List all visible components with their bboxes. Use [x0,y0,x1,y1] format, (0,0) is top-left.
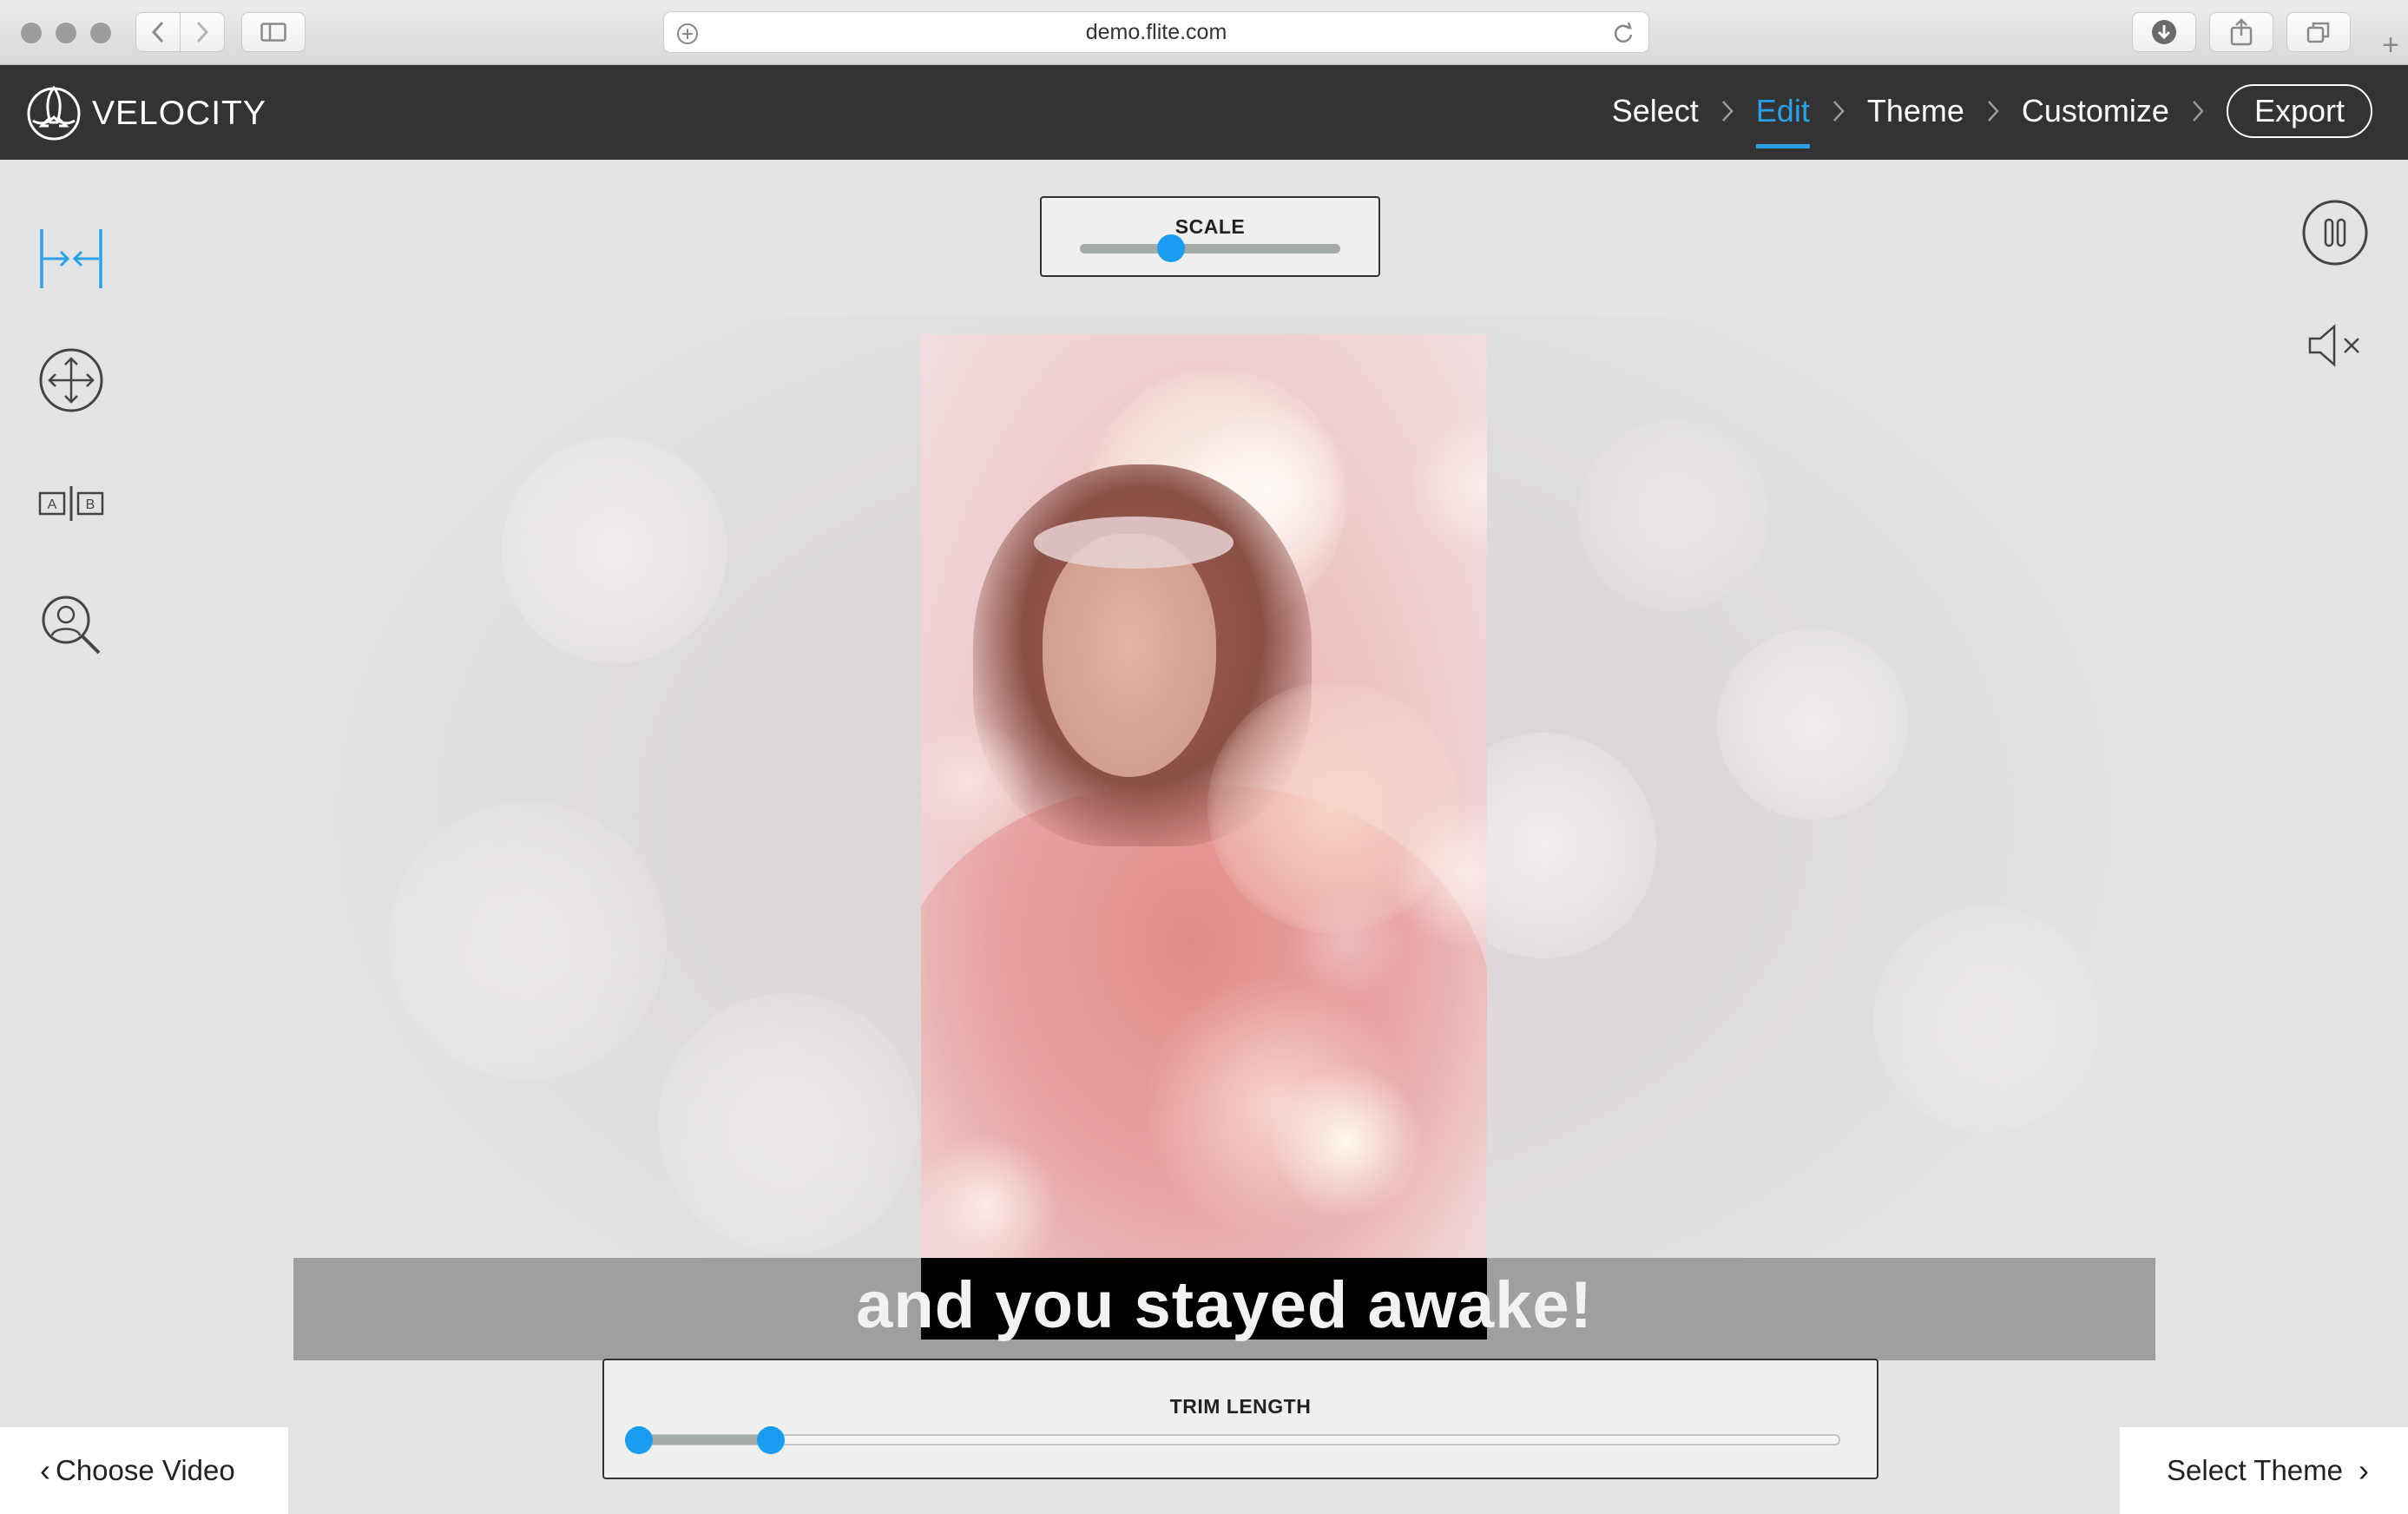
chevron-right-icon [2176,99,2220,123]
brand-name: VELOCITY [92,95,266,132]
export-button[interactable]: Export [2226,84,2372,138]
speaker-muted-icon [2308,324,2359,367]
choose-video-button[interactable]: ‹ Choose Video [0,1427,288,1514]
caption-text[interactable]: and you stayed awake! [293,1258,2155,1353]
step-theme[interactable]: Theme [1860,84,1971,138]
svg-text:A: A [48,497,57,512]
chevron-right-icon [1971,99,2015,123]
trim-start-handle[interactable] [625,1426,653,1454]
tabs-icon [2306,22,2330,43]
chevron-left-icon [151,21,164,43]
trim-selected-range [639,1435,771,1445]
url-text: demo.flite.com [1085,19,1227,44]
chevron-right-icon [196,21,209,43]
step-customize[interactable]: Customize [2015,84,2176,138]
share-button[interactable] [2209,12,2273,52]
select-theme-label: Select Theme [2167,1454,2343,1486]
fit-width-tool-icon [40,229,102,288]
browser-back-button[interactable] [135,12,181,52]
face-zoom-tool-icon [42,596,101,655]
scale-slider-track[interactable] [1080,244,1340,253]
sidebar-icon [260,23,286,42]
address-bar[interactable]: demo.flite.com [663,11,1649,53]
scale-control: SCALE [1040,196,1380,277]
step-select[interactable]: Select [1605,84,1706,138]
window-zoom-button[interactable] [90,23,111,43]
move-tool[interactable] [35,344,108,417]
velocity-rocket-logo-icon [27,85,81,141]
chevron-right-icon: › [2359,1452,2369,1488]
trim-slider-track[interactable] [625,1434,1840,1445]
new-tab-button[interactable]: + [2373,26,2408,64]
sidebar-toggle-button[interactable] [241,12,306,52]
chevron-right-icon [1817,99,1860,123]
chevron-left-icon: ‹ [40,1452,50,1488]
site-settings-icon [677,23,698,44]
workflow-steps: Select Edit Theme Customize Export [1605,84,2372,148]
download-icon [2152,20,2176,44]
step-edit[interactable]: Edit [1749,84,1817,148]
trim-control: TRIM LENGTH [602,1359,1878,1479]
pause-icon [2302,200,2368,266]
tabs-overview-button[interactable] [2286,12,2351,52]
editor-stage: and you stayed awake! A B SCALE TRIM LEN… [0,160,2408,1514]
chevron-right-icon [1706,99,1749,123]
scale-label: SCALE [1174,215,1246,238]
ab-split-tool[interactable]: A B [35,467,108,540]
move-tool-icon [39,348,103,412]
ab-split-tool-icon: A B [38,486,104,521]
mute-button[interactable] [2300,319,2370,372]
fit-width-tool[interactable] [35,222,108,295]
window-close-button[interactable] [21,23,42,43]
select-theme-button[interactable]: Select Theme › [2120,1427,2408,1514]
choose-video-label: Choose Video [56,1454,235,1486]
reload-icon[interactable] [1612,21,1635,45]
pause-button[interactable] [2300,198,2370,267]
scale-slider-thumb[interactable] [1157,234,1185,262]
browser-toolbar: demo.flite.com + [0,0,2408,65]
video-subject-headband [1034,517,1234,569]
trim-label: TRIM LENGTH [1169,1395,1312,1418]
window-minimize-button[interactable] [56,23,76,43]
browser-forward-button[interactable] [180,12,225,52]
svg-text:B: B [86,497,95,512]
face-zoom-tool[interactable] [35,589,108,662]
trim-end-handle[interactable] [756,1426,785,1454]
video-subject-face [1043,534,1216,777]
share-icon [2230,18,2253,46]
video-preview[interactable] [921,334,1487,1258]
app-header: VELOCITY Select Edit Theme Customize Exp… [0,65,2408,160]
downloads-button[interactable] [2132,12,2196,52]
